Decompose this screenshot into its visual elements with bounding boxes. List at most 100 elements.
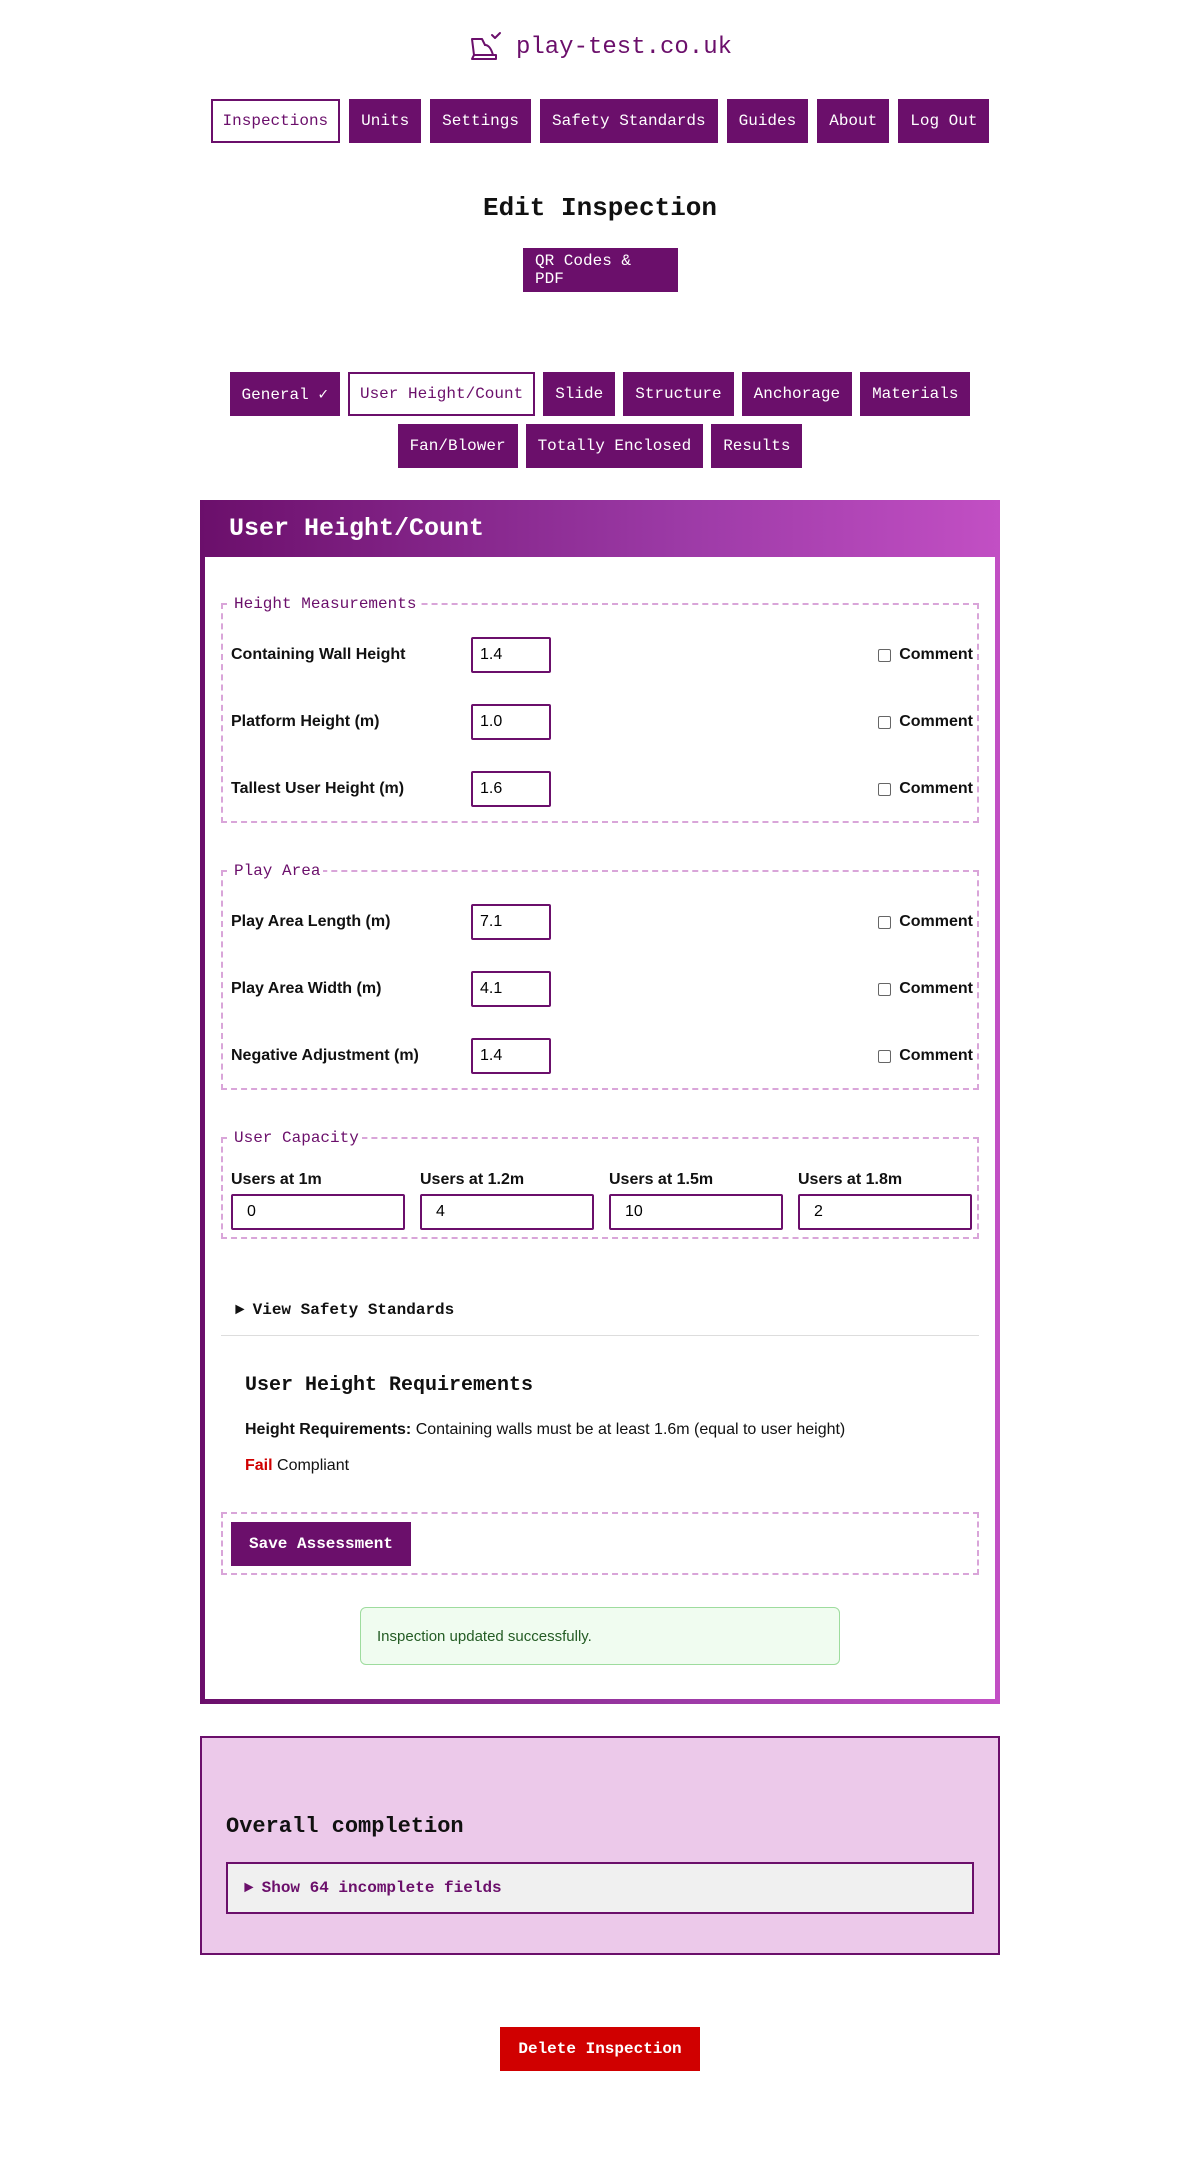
play-area-group: Play Area Play Area Length (m) Comment P… (221, 862, 979, 1090)
tab-general[interactable]: General ✓ (229, 372, 340, 416)
delete-inspection-button[interactable]: Delete Inspection (500, 2027, 700, 2071)
platform-height-label: Platform Height (m) (231, 713, 380, 730)
negative-adjustment-label: Negative Adjustment (m) (231, 1047, 419, 1064)
users-at-1-8m-input[interactable] (798, 1194, 972, 1230)
height-measurements-group: Height Measurements Containing Wall Heig… (221, 595, 979, 823)
inspection-tabs-row-2: Fan/Blower Totally Enclosed Results (0, 424, 1200, 468)
nav-inspections[interactable]: Inspections (210, 99, 341, 143)
tallest-user-height-input[interactable] (471, 771, 551, 807)
form-row: Negative Adjustment (m) Comment (231, 1038, 973, 1074)
comment-label: Comment (899, 980, 973, 997)
site-title: play-test.co.uk (515, 33, 733, 61)
page-title: Edit Inspection (482, 193, 718, 223)
height-requirements-label: Height Requirements: (245, 1421, 412, 1438)
user-capacity-legend: User Capacity (234, 1129, 359, 1147)
tallest-user-height-label: Tallest User Height (m) (231, 780, 405, 797)
capacity-field: Users at 1.2m (420, 1171, 594, 1230)
comment-checkbox[interactable] (878, 915, 892, 929)
containing-wall-height-label: Containing Wall Height (231, 646, 406, 663)
success-flash-message: Inspection updated successfully. (360, 1607, 840, 1665)
user-height-count-panel: User Height/Count Height Measurements Co… (200, 500, 1000, 1704)
comment-label: Comment (899, 1047, 973, 1064)
compliance-status: Fail Compliant (245, 1457, 349, 1475)
nav-guides[interactable]: Guides (726, 99, 809, 143)
comment-toggle[interactable]: Comment (878, 913, 973, 931)
play-area-length-label: Play Area Length (m) (231, 913, 391, 930)
tab-materials[interactable]: Materials (860, 372, 971, 416)
nav-safety-standards[interactable]: Safety Standards (539, 99, 718, 143)
tab-anchorage[interactable]: Anchorage (741, 372, 853, 416)
qr-codes-pdf-button[interactable]: QR Codes & PDF (523, 248, 678, 292)
comment-checkbox[interactable] (878, 1049, 892, 1063)
form-row: Play Area Width (m) Comment (231, 971, 973, 1007)
site-logo[interactable]: play-test.co.uk (0, 30, 1200, 64)
tab-totally-enclosed[interactable]: Totally Enclosed (525, 424, 704, 468)
users-at-1-2m-label: Users at 1.2m (420, 1171, 525, 1188)
incomplete-fields-label: Show 64 incomplete fields (261, 1879, 502, 1897)
comment-checkbox[interactable] (878, 782, 892, 796)
save-assessment-button[interactable]: Save Assessment (231, 1522, 411, 1566)
users-at-1-5m-label: Users at 1.5m (609, 1171, 714, 1188)
comment-checkbox[interactable] (878, 648, 892, 662)
triangle-right-icon: ► (244, 1879, 254, 1897)
panel-body: Height Measurements Containing Wall Heig… (205, 557, 995, 1699)
form-row: Containing Wall Height Comment (231, 637, 973, 673)
triangle-right-icon: ► (235, 1300, 245, 1319)
form-row: Platform Height (m) Comment (231, 704, 973, 740)
negative-adjustment-input[interactable] (471, 1038, 551, 1074)
tab-results[interactable]: Results (711, 424, 803, 468)
comment-label: Comment (899, 646, 973, 663)
comment-checkbox[interactable] (878, 982, 892, 996)
comment-toggle[interactable]: Comment (878, 646, 973, 664)
users-at-1m-input[interactable] (231, 1194, 405, 1230)
tab-structure[interactable]: Structure (623, 372, 734, 416)
incomplete-fields-toggle[interactable]: ► Show 64 incomplete fields (226, 1862, 974, 1914)
comment-toggle[interactable]: Comment (878, 713, 973, 731)
height-requirements-text: Height Requirements: Containing walls mu… (245, 1421, 845, 1439)
form-row: Tallest User Height (m) Comment (231, 771, 973, 807)
comment-toggle[interactable]: Comment (878, 1047, 973, 1065)
view-safety-standards-toggle[interactable]: ► View Safety Standards (221, 1284, 979, 1336)
main-nav: Inspections Units Settings Safety Standa… (0, 99, 1200, 143)
users-at-1-2m-input[interactable] (420, 1194, 594, 1230)
nav-log-out[interactable]: Log Out (898, 99, 990, 143)
play-area-width-label: Play Area Width (m) (231, 980, 382, 997)
requirements-title: User Height Requirements (245, 1374, 534, 1397)
panel-title: User Height/Count (229, 514, 485, 543)
play-area-length-input[interactable] (471, 904, 551, 940)
save-fieldset: Save Assessment (221, 1512, 979, 1575)
users-at-1m-label: Users at 1m (231, 1171, 322, 1188)
comment-label: Comment (899, 913, 973, 930)
tab-slide[interactable]: Slide (543, 372, 616, 416)
capacity-field: Users at 1m (231, 1171, 405, 1230)
nav-about[interactable]: About (817, 99, 890, 143)
comment-label: Comment (899, 780, 973, 797)
view-safety-standards-label: View Safety Standards (252, 1300, 455, 1319)
play-area-legend: Play Area (234, 862, 321, 880)
tab-user-height-count[interactable]: User Height/Count (347, 372, 536, 416)
platform-height-input[interactable] (471, 704, 551, 740)
compliance-suffix: Compliant (272, 1457, 350, 1474)
inspection-tabs-row-1: General ✓ User Height/Count Slide Struct… (0, 372, 1200, 416)
status-badge: Fail (245, 1457, 273, 1474)
user-capacity-group: User Capacity Users at 1m Users at 1.2m … (221, 1129, 979, 1239)
comment-toggle[interactable]: Comment (878, 980, 973, 998)
height-measurements-legend: Height Measurements (234, 595, 417, 613)
users-at-1-8m-label: Users at 1.8m (798, 1171, 903, 1188)
containing-wall-height-input[interactable] (471, 637, 551, 673)
nav-units[interactable]: Units (349, 99, 422, 143)
tab-fan-blower[interactable]: Fan/Blower (397, 424, 518, 468)
capacity-field: Users at 1.5m (609, 1171, 783, 1230)
play-area-width-input[interactable] (471, 971, 551, 1007)
capacity-field: Users at 1.8m (798, 1171, 972, 1230)
form-row: Play Area Length (m) Comment (231, 904, 973, 940)
comment-toggle[interactable]: Comment (878, 780, 973, 798)
comment-checkbox[interactable] (878, 715, 892, 729)
users-at-1-5m-input[interactable] (609, 1194, 783, 1230)
overall-completion-panel: Overall completion ► Show 64 incomplete … (200, 1736, 1000, 1955)
overall-completion-title: Overall completion (226, 1814, 464, 1839)
height-requirements-detail: Containing walls must be at least 1.6m (… (411, 1421, 846, 1438)
nav-settings[interactable]: Settings (430, 99, 531, 143)
inflatable-slide-icon (468, 30, 502, 64)
comment-label: Comment (899, 713, 973, 730)
